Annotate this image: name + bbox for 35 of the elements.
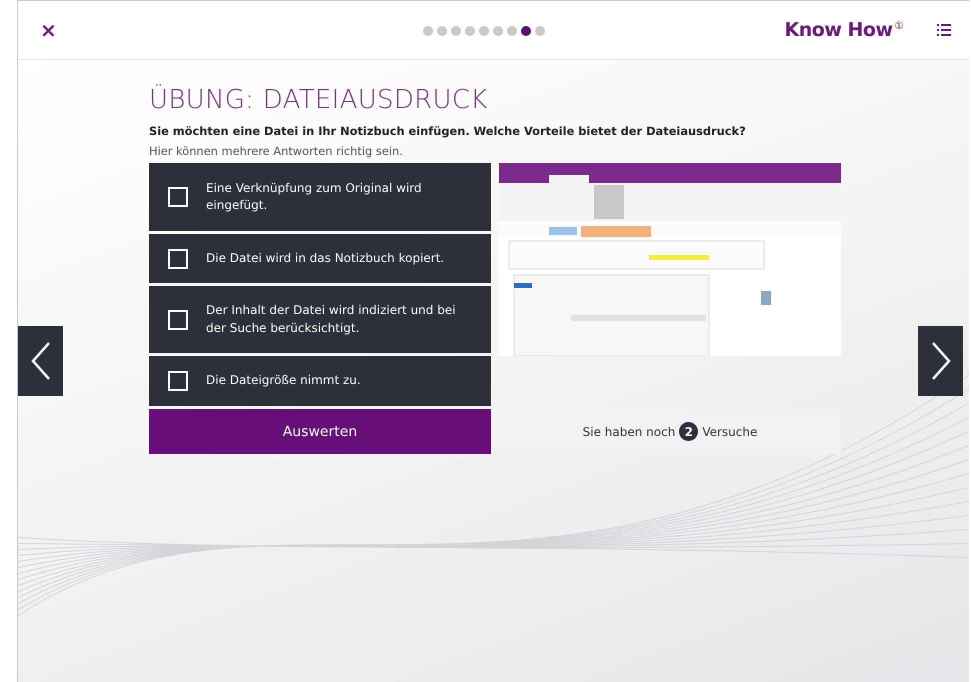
checkbox[interactable] (168, 248, 188, 268)
answer-option[interactable]: Eine Verknüpfung zum Original wird eingefügt. (149, 163, 491, 231)
exercise-title: ÜBUNG: DATEIAUSDRUCK (149, 85, 489, 115)
progress-dot[interactable] (479, 26, 489, 36)
menu-icon[interactable] (937, 24, 951, 36)
attempts-count-badge: 2 (679, 422, 698, 441)
answer-option[interactable]: Die Datei wird in das Notizbuch kopiert. (149, 234, 491, 283)
answer-text: Der Inhalt der Datei wird indiziert und bei der Suche berücksichtigt. (206, 302, 457, 336)
answer-text: Die Datei wird in das Notizbuch kopiert. (206, 250, 444, 267)
previous-button[interactable] (18, 326, 63, 396)
question-text: Sie möchten eine Datei in Ihr Notizbuch einfügen. Welche Vorteile bietet der Dateiausdruck? (149, 124, 747, 138)
progress-dot[interactable] (521, 26, 531, 36)
attempts-label: Sie haben noch (582, 424, 676, 438)
checkbox[interactable] (168, 371, 188, 391)
progress-dot[interactable] (437, 26, 447, 36)
checkbox[interactable] (168, 310, 188, 330)
next-button[interactable] (918, 326, 963, 396)
progress-dot[interactable] (451, 26, 461, 36)
close-button[interactable]: × (40, 20, 57, 40)
answer-option[interactable]: Der Inhalt der Datei wird indiziert und bei der Suche berücksichtigt. (149, 286, 491, 353)
answer-option[interactable]: Die Dateigröße nimmt zu. (149, 356, 491, 406)
hint-text: Hier können mehrere Antworten richtig sein. (149, 144, 404, 158)
chevron-left-icon (30, 341, 50, 381)
attempts-label: Versuche (702, 424, 758, 438)
checkbox[interactable] (168, 187, 188, 207)
progress-dot[interactable] (493, 26, 503, 36)
chevron-right-icon (930, 341, 950, 381)
progress-dot[interactable] (535, 26, 545, 36)
progress-dot[interactable] (465, 26, 475, 36)
logo: Know How$^{①}$ (784, 19, 903, 41)
evaluate-button[interactable]: Auswerten (149, 409, 491, 454)
progress-dot[interactable] (423, 26, 433, 36)
answer-text: Eine Verknüpfung zum Original wird eingefügt. (206, 180, 423, 214)
progress-dot[interactable] (507, 26, 517, 36)
answer-text: Die Dateigröße nimmt zu. (206, 372, 361, 390)
